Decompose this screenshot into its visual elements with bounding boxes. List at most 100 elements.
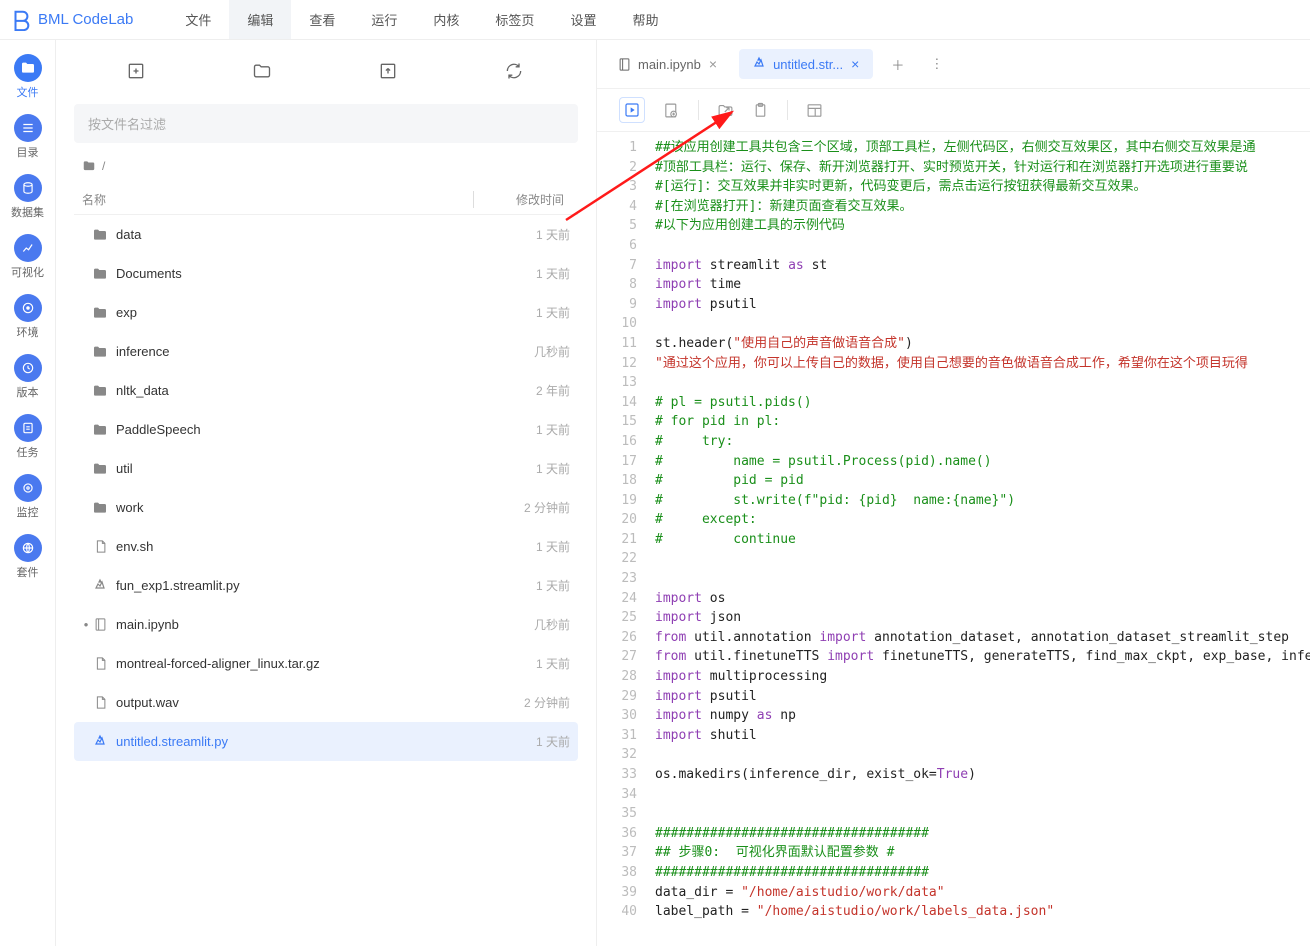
code-line[interactable]: import streamlit as st (655, 256, 1310, 276)
file-row[interactable]: work2 分钟前 (74, 488, 578, 527)
menu-item-0[interactable]: 文件 (167, 0, 229, 39)
code-line[interactable]: data_dir = "/home/aistudio/work/data" (655, 883, 1310, 903)
code-line[interactable]: import psutil (655, 687, 1310, 707)
file-row[interactable]: nltk_data2 年前 (74, 371, 578, 410)
menu-item-1[interactable]: 编辑 (229, 0, 291, 39)
file-row[interactable]: fun_exp1.streamlit.py1 天前 (74, 566, 578, 605)
code-line[interactable]: import shutil (655, 726, 1310, 746)
close-icon[interactable]: × (849, 56, 861, 72)
code-line[interactable]: ## 步骤0: 可视化界面默认配置参数 # (655, 843, 1310, 863)
folder-icon (90, 344, 110, 360)
code-line[interactable]: # pid = pid (655, 471, 1310, 491)
code-line[interactable]: # name = psutil.Process(pid).name() (655, 452, 1310, 472)
code-line[interactable] (655, 569, 1310, 589)
code-line[interactable] (655, 236, 1310, 256)
code-line[interactable]: import time (655, 275, 1310, 295)
run-button[interactable] (619, 97, 645, 123)
code-line[interactable]: st.header("使用自己的声音做语音合成") (655, 334, 1310, 354)
new-file-button[interactable] (126, 61, 148, 83)
editor-tab[interactable]: main.ipynb× (605, 49, 731, 79)
code-line[interactable]: import psutil (655, 295, 1310, 315)
code-line[interactable]: #以下为应用创建工具的示例代码 (655, 216, 1310, 236)
rail-task[interactable]: 任务 (0, 412, 55, 462)
file-row[interactable]: exp1 天前 (74, 293, 578, 332)
code-line[interactable]: label_path = "/home/aistudio/work/labels… (655, 902, 1310, 922)
file-row[interactable]: data1 天前 (74, 215, 578, 254)
file-row[interactable]: untitled.streamlit.py1 天前 (74, 722, 578, 761)
code-line[interactable]: import multiprocessing (655, 667, 1310, 687)
code-line[interactable]: # st.write(f"pid: {pid} name:{name}") (655, 491, 1310, 511)
code-line[interactable]: # try: (655, 432, 1310, 452)
streamlit-icon (751, 56, 767, 72)
file-row[interactable]: PaddleSpeech1 天前 (74, 410, 578, 449)
menu-item-6[interactable]: 设置 (552, 0, 614, 39)
rail-disc[interactable]: 环境 (0, 292, 55, 342)
file-time: 1 天前 (480, 421, 570, 438)
menu-item-7[interactable]: 帮助 (614, 0, 676, 39)
code-line[interactable]: from util.finetuneTTS import finetuneTTS… (655, 647, 1310, 667)
upload-button[interactable] (378, 61, 400, 83)
code-line[interactable]: #顶部工具栏：运行、保存、新开浏览器打开、实时预览开关，针对运行和在浏览器打开选… (655, 158, 1310, 178)
code-line[interactable]: # for pid in pl: (655, 412, 1310, 432)
rail-chart[interactable]: 可视化 (0, 232, 55, 282)
folder-icon (90, 305, 110, 321)
code-line[interactable]: # except: (655, 510, 1310, 530)
code-line[interactable]: from util.annotation import annotation_d… (655, 628, 1310, 648)
file-name: untitled.streamlit.py (116, 734, 480, 749)
code-line[interactable] (655, 804, 1310, 824)
filter-input[interactable]: 按文件名过滤 (74, 104, 578, 143)
close-icon[interactable]: × (707, 56, 719, 72)
code-line[interactable]: "通过这个应用，你可以上传自己的数据，使用自己想要的音色做语音合成工作，希望你在… (655, 354, 1310, 374)
code-line[interactable] (655, 785, 1310, 805)
code-line[interactable]: ################################### (655, 824, 1310, 844)
code-content[interactable]: ##该应用创建工具共包含三个区域，顶部工具栏，左侧代码区，右侧交互效果区，其中右… (647, 132, 1310, 946)
folder-icon (90, 383, 110, 399)
code-line[interactable]: # pl = psutil.pids() (655, 393, 1310, 413)
preview-toggle[interactable] (806, 102, 823, 119)
code-line[interactable] (655, 314, 1310, 334)
tab-more-button[interactable]: ⋮ (922, 50, 951, 78)
paste-button[interactable] (752, 102, 769, 119)
menu-item-4[interactable]: 内核 (415, 0, 477, 39)
code-line[interactable]: os.makedirs(inference_dir, exist_ok=True… (655, 765, 1310, 785)
open-folder-button[interactable] (252, 61, 274, 83)
brand-logo[interactable]: BML CodeLab (10, 9, 133, 31)
rail-clock[interactable]: 版本 (0, 352, 55, 402)
code-line[interactable]: ##该应用创建工具共包含三个区域，顶部工具栏，左侧代码区，右侧交互效果区，其中右… (655, 138, 1310, 158)
code-line[interactable]: import json (655, 608, 1310, 628)
code-line[interactable] (655, 373, 1310, 393)
code-line[interactable]: import numpy as np (655, 706, 1310, 726)
code-line[interactable]: ################################### (655, 863, 1310, 883)
file-row[interactable]: output.wav2 分钟前 (74, 683, 578, 722)
file-row[interactable]: montreal-forced-aligner_linux.tar.gz1 天前 (74, 644, 578, 683)
rail-db[interactable]: 数据集 (0, 172, 55, 222)
code-line[interactable]: import os (655, 589, 1310, 609)
rail-target[interactable]: 监控 (0, 472, 55, 522)
refresh-button[interactable] (504, 61, 526, 83)
editor-tab[interactable]: untitled.str...× (739, 49, 873, 79)
file-row[interactable]: util1 天前 (74, 449, 578, 488)
code-line[interactable]: # continue (655, 530, 1310, 550)
code-line[interactable] (655, 745, 1310, 765)
menu-item-5[interactable]: 标签页 (477, 0, 552, 39)
rail-folder[interactable]: 文件 (0, 52, 55, 102)
code-area[interactable]: 1234567891011121314151617181920212223242… (597, 132, 1310, 946)
breadcrumb[interactable]: / (74, 157, 578, 175)
file-row[interactable]: inference几秒前 (74, 332, 578, 371)
code-line[interactable] (655, 549, 1310, 569)
file-row[interactable]: •main.ipynb几秒前 (74, 605, 578, 644)
code-line[interactable]: #[运行]：交互效果并非实时更新，代码变更后，需点击运行按钮获得最新交互效果。 (655, 177, 1310, 197)
menu-item-3[interactable]: 运行 (353, 0, 415, 39)
col-time[interactable]: 修改时间 (480, 191, 570, 208)
code-line[interactable]: #[在浏览器打开]：新建页面查看交互效果。 (655, 197, 1310, 217)
file-row[interactable]: Documents1 天前 (74, 254, 578, 293)
rail-list[interactable]: 目录 (0, 112, 55, 162)
open-browser-button[interactable] (717, 102, 734, 119)
menu-item-2[interactable]: 查看 (291, 0, 353, 39)
file-row[interactable]: env.sh1 天前 (74, 527, 578, 566)
new-tab-button[interactable]: ＋ (881, 49, 914, 80)
rail-globe[interactable]: 套件 (0, 532, 55, 582)
save-button[interactable] (663, 102, 680, 119)
col-name[interactable]: 名称 (82, 191, 467, 208)
target-icon (14, 474, 42, 502)
